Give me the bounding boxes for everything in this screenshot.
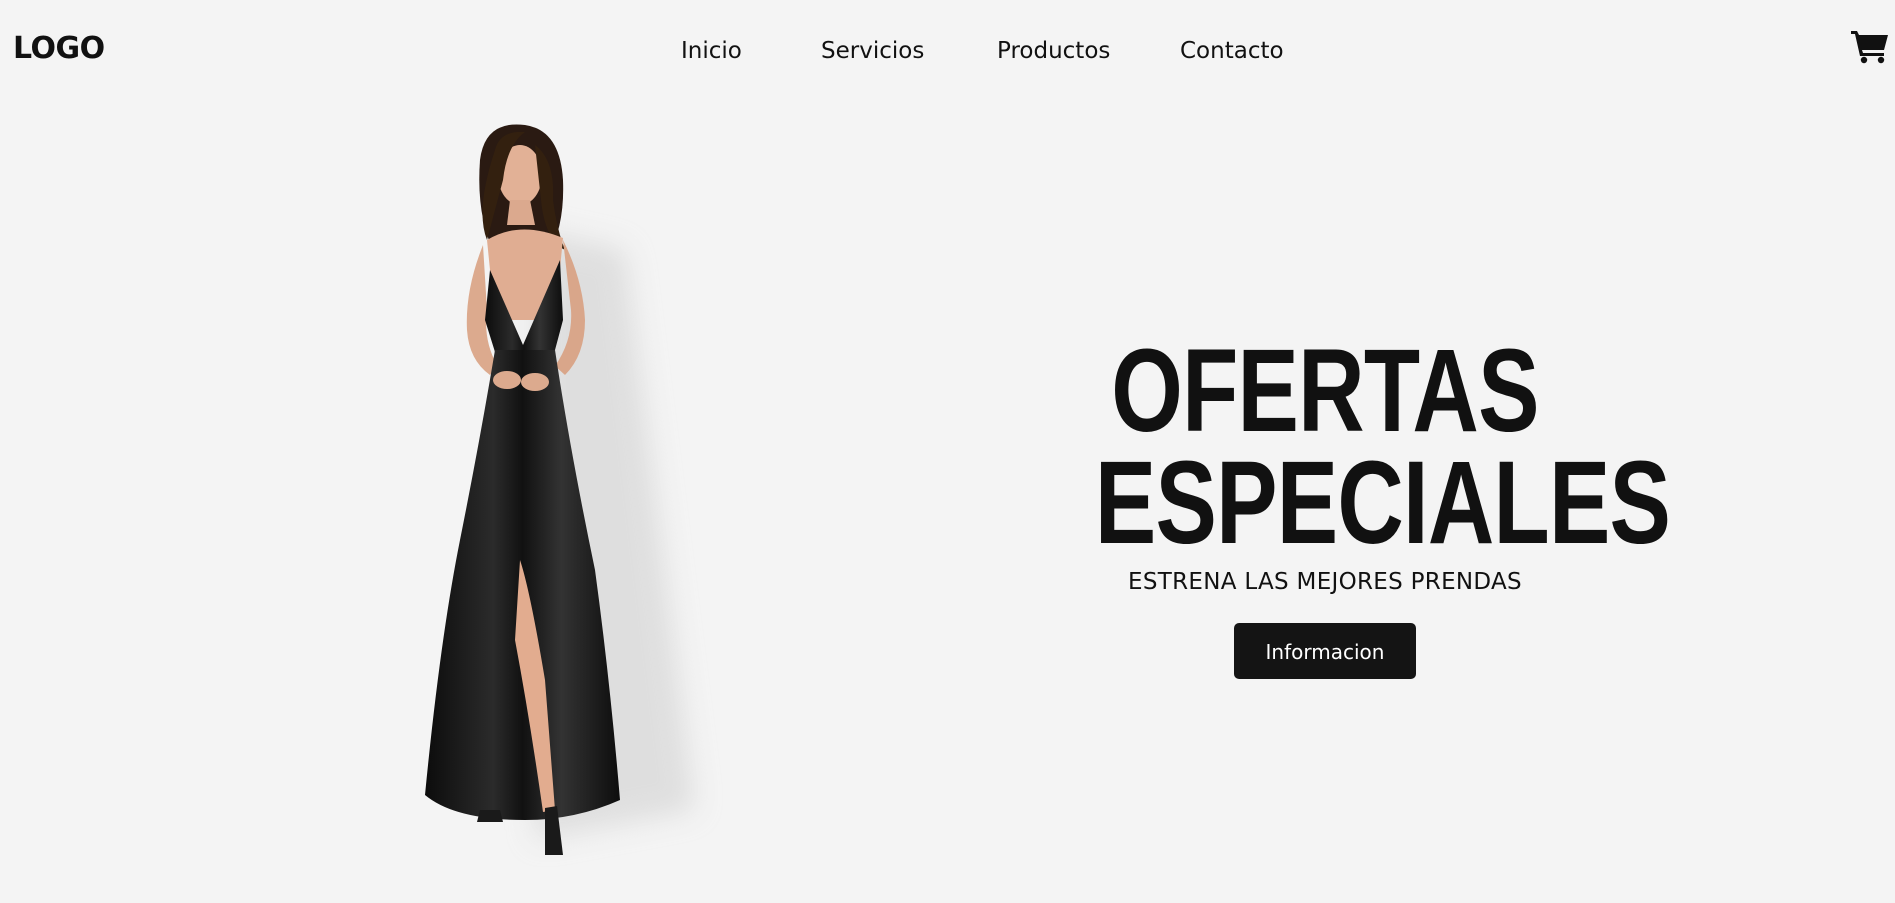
nav-link-servicios[interactable]: Servicios: [821, 36, 927, 66]
headline-line-1: OFERTAS: [1111, 325, 1539, 457]
nav-link-contacto[interactable]: Contacto: [1180, 36, 1286, 66]
shopping-cart-icon[interactable]: [1850, 28, 1890, 64]
nav-link-productos[interactable]: Productos: [997, 36, 1110, 66]
subheadline: ESTRENA LAS MEJORES PRENDAS: [1128, 569, 1522, 595]
hero-product-image: [395, 120, 745, 900]
main-nav: Inicio Servicios Productos Contacto: [681, 36, 1286, 66]
logo[interactable]: LOGO: [13, 31, 105, 66]
page: LOGO Inicio Servicios Productos Contacto: [0, 0, 1895, 903]
informacion-button[interactable]: Informacion: [1234, 623, 1416, 679]
hero-text-block: OFERTAS ESPECIALES ESTRENA LAS MEJORES P…: [1030, 325, 1671, 679]
nav-link-inicio[interactable]: Inicio: [681, 36, 751, 66]
headline-line-2: ESPECIALES: [1094, 437, 1671, 569]
